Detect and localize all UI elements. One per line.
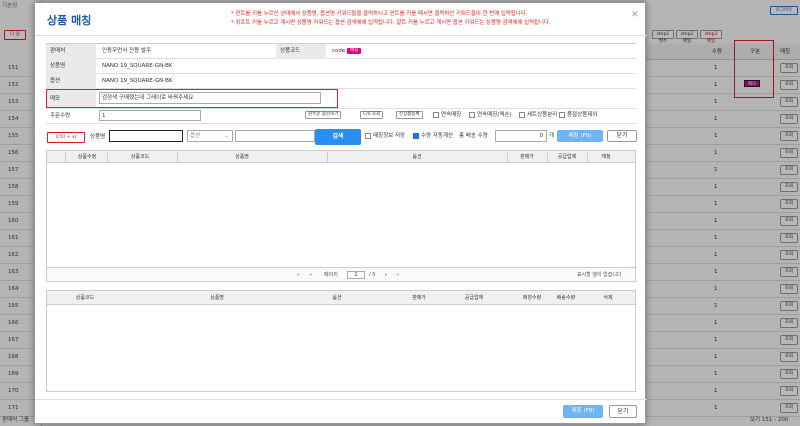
product-search-input[interactable]: [109, 130, 183, 142]
continuous-match-excel-label: 연속매칭(엑손): [477, 112, 512, 118]
grid2-col-match-qty: 매칭수량: [522, 295, 542, 301]
memo-input[interactable]: 검정색 구매했는데 그레이로 바꿔주세요: [99, 92, 321, 104]
ctrl-x-button[interactable]: (Ctrl + x): [47, 132, 85, 143]
new-product-button[interactable]: 신상품등록: [396, 111, 423, 119]
product-matching-modal: 상품 매칭 * 컨트롤 키를 누르신 상태에서 상품명, 옵션명 키워드들을 클…: [34, 2, 647, 424]
grid2-col-code: 상품코드: [75, 295, 95, 301]
info-row-option: 옵션 NANO 19_SQUARE-GN-BK: [46, 74, 636, 89]
product-search-grid: 상품수정 상품코드 상품명 옵션 판매가 공급업체 재정: [46, 150, 636, 268]
search-product-label: 상품명: [90, 134, 106, 140]
grid1-header: 상품수정 상품코드 상품명 옵션 판매가 공급업체 재정: [47, 151, 635, 163]
order-info-table: 판매처 인동우먼서 전용 발주 상품코드 code 매칭 상품명 NANO 19…: [46, 43, 636, 124]
grid1-col-name: 상품명: [235, 154, 249, 160]
info-row-product: 상품명 NANO 19_SQUARE-GN-BK: [46, 59, 636, 74]
grid1-sep: [65, 152, 66, 162]
grid1-col-stock: 재정: [601, 154, 611, 160]
code-value-wrap: code 매칭: [332, 44, 362, 59]
grid2-col-name: 상품명: [210, 295, 224, 301]
save-match-label: 매칭정보 저장: [373, 133, 406, 139]
chevron-down-icon: ⌄: [224, 133, 229, 139]
close-button[interactable]: 닫기: [609, 405, 637, 418]
close-icon[interactable]: ✕: [631, 10, 639, 20]
cs-lookup-button[interactable]: C/S 조회: [360, 111, 384, 119]
auto-qty-label: 수량 자동계산: [421, 133, 454, 139]
save-match-checkbox[interactable]: [365, 133, 371, 139]
pager-total: / 0: [369, 272, 376, 278]
unit-label: 개: [549, 133, 555, 139]
continuous-match-checkbox[interactable]: [433, 112, 439, 118]
product-label: 상품명: [46, 59, 96, 74]
set-split-checkbox[interactable]: [519, 112, 525, 118]
grid2-col-supplier: 공급업체: [464, 295, 484, 301]
notice-line-2: * 쉬프트 키를 누르고 게시면 상품명 키워드는 옵션 검색에에 입력됩니다.…: [231, 20, 551, 26]
grid1-sep: [327, 152, 328, 162]
grid2-col-price: 판매가: [412, 295, 426, 301]
notice-text: * 컨트롤 키를 누르신 상태에서 상품명, 옵션명 키워드들을 클릭하시고 컨…: [231, 10, 551, 28]
total-qty-label: 총 배송 수량: [459, 133, 488, 139]
grid1-col-modify: 상품수정: [77, 154, 97, 160]
set-split-label: 세트상품분리: [527, 112, 558, 118]
grid1-col-code: 상품코드: [130, 154, 150, 160]
header-divider: [35, 35, 647, 36]
original-option-button[interactable]: 원주문 옵션보기: [305, 111, 342, 119]
match-button-top[interactable]: 매칭 (F9): [557, 130, 603, 142]
grid1-col-option: 옵션: [412, 154, 422, 160]
info-row-seller: 판매처 인동우먼서 전용 발주 상품코드 code 매칭: [46, 44, 636, 59]
order-qty-label: 주문수량: [50, 113, 71, 119]
grid2-col-ship-qty: 배송수량: [556, 295, 576, 301]
grid2-col-option: 옵션: [332, 295, 342, 301]
grid1-sep: [507, 152, 508, 162]
auto-qty-checkbox[interactable]: [413, 133, 419, 139]
order-qty-input[interactable]: 1: [99, 110, 201, 121]
grid2-header: 상품코드 상품명 옵션 판매가 공급업체 매칭수량 배송수량 삭제: [47, 291, 635, 305]
pager-next-icon[interactable]: ▸: [385, 268, 388, 282]
match-button[interactable]: 매칭 (F9): [563, 405, 603, 418]
close-button-top[interactable]: 닫기: [607, 130, 637, 142]
grid1-col-supplier: 공급업체: [557, 154, 577, 160]
search-button[interactable]: 검색: [315, 129, 361, 145]
option-select[interactable]: 옵션 ⌄: [187, 130, 233, 142]
grid1-sep: [107, 152, 108, 162]
code-value: code: [332, 48, 346, 54]
exclude-soldout-checkbox[interactable]: [559, 112, 565, 118]
grid1-sep: [547, 152, 548, 162]
exclude-soldout-label: 품절상품제외: [567, 112, 598, 118]
product-value: NANO 19_SQUARE-GN-BK: [102, 63, 173, 69]
modal-title: 상품 매칭: [47, 14, 92, 27]
pager-page-input[interactable]: 1: [347, 271, 365, 279]
pager-last-icon[interactable]: ⇥: [395, 268, 399, 282]
pager-empty-text: 표시할 행이 없습니다: [577, 272, 622, 278]
grid1-col-price: 판매가: [520, 154, 534, 160]
grid1-sep: [587, 152, 588, 162]
grid1-pager: ⇤ ◂ 페이지 1 / 0 ▸ ⇥ 표시할 행이 없습니다: [46, 268, 636, 282]
option-select-value: 옵션: [190, 133, 201, 139]
footer-divider: [35, 399, 647, 400]
continuous-match-label: 연속매칭: [441, 112, 462, 118]
option-label: 옵션: [46, 74, 96, 89]
continuous-match-excel-checkbox[interactable]: [469, 112, 475, 118]
pager-page-label: 페이지: [324, 272, 338, 278]
seller-label: 판매처: [46, 44, 96, 59]
pager-prev-icon[interactable]: ◂: [309, 268, 312, 282]
notice-line-1: * 컨트롤 키를 누르신 상태에서 상품명, 옵션명 키워드들을 클릭하시고 컨…: [231, 11, 528, 17]
option-value: NANO 19_SQUARE-GN-BK: [102, 78, 173, 84]
code-badge[interactable]: 매칭: [347, 47, 362, 54]
grid1-sep: [177, 152, 178, 162]
option-search-input[interactable]: [235, 130, 315, 142]
matched-items-grid: 상품코드 상품명 옵션 판매가 공급업체 매칭수량 배송수량 삭제: [46, 290, 636, 392]
code-label: 상품코드: [276, 44, 326, 59]
seller-value: 인동우먼서 전용 발주: [102, 48, 152, 54]
grid2-col-delete: 삭제: [603, 295, 613, 301]
total-qty-input[interactable]: 0: [495, 130, 547, 142]
pager-first-icon[interactable]: ⇤: [297, 268, 301, 282]
